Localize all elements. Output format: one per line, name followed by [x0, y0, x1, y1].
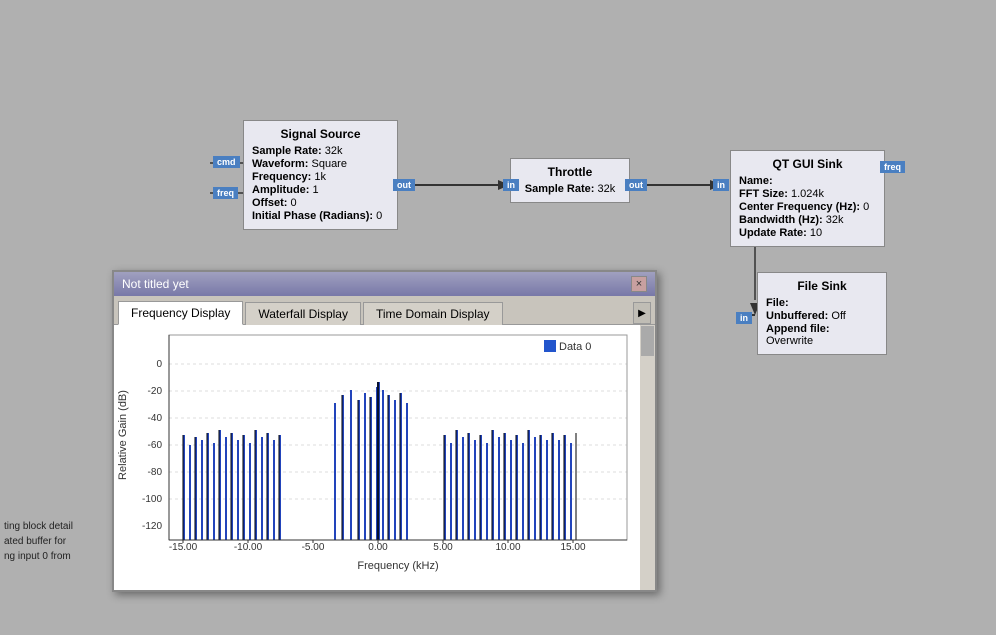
port-in-filesink: in	[736, 312, 752, 324]
popup-close-button[interactable]: ×	[631, 276, 647, 292]
port-in-throttle: in	[503, 179, 519, 191]
log-area: ting block detail ated buffer for ng inp…	[0, 515, 112, 635]
plot-container: Data 0 0 -20 -40 -60 -80 -100 -120 -15.0…	[114, 325, 655, 590]
log-line-1: ting block detail	[4, 519, 108, 534]
qt-sink-name: Name:	[739, 175, 876, 187]
tab-frequency-display[interactable]: Frequency Display	[118, 301, 243, 325]
svg-text:-60: -60	[148, 440, 163, 451]
tab-waterfall-display[interactable]: Waterfall Display	[245, 302, 361, 325]
file-sink-append: Append file: Overwrite	[766, 323, 878, 347]
file-sink-file: File:	[766, 297, 878, 309]
qt-sink-bandwidth: Bandwidth (Hz): 32k	[739, 214, 876, 226]
file-sink-block: File Sink File: Unbuffered: Off Append f…	[757, 272, 887, 355]
signal-source-samplerate: Sample Rate: 32k	[252, 145, 389, 157]
throttle-samplerate: Sample Rate: 32k	[519, 183, 621, 195]
svg-text:-20: -20	[148, 386, 163, 397]
signal-source-phase: Initial Phase (Radians): 0	[252, 210, 389, 222]
popup-titlebar: Not titled yet ×	[114, 272, 655, 296]
svg-text:Data 0: Data 0	[559, 341, 591, 353]
frequency-chart: Data 0 0 -20 -40 -60 -80 -100 -120 -15.0…	[114, 325, 642, 590]
svg-text:0.00: 0.00	[368, 542, 388, 553]
signal-source-waveform: Waveform: Square	[252, 158, 389, 170]
svg-text:-10.00: -10.00	[234, 542, 263, 553]
svg-text:Frequency (kHz): Frequency (kHz)	[357, 560, 438, 572]
svg-text:-15.00: -15.00	[169, 542, 198, 553]
qt-sink-title: QT GUI Sink	[739, 157, 876, 171]
log-line-2: ated buffer for	[4, 534, 108, 549]
svg-text:0: 0	[156, 359, 162, 370]
svg-text:10.00: 10.00	[495, 542, 520, 553]
port-out-signal: out	[393, 179, 415, 191]
svg-text:-120: -120	[142, 521, 162, 532]
port-cmd: cmd	[213, 156, 240, 168]
qt-sink-fftsize: FFT Size: 1.024k	[739, 188, 876, 200]
tab-time-domain-display[interactable]: Time Domain Display	[363, 302, 503, 325]
throttle-block: Throttle Sample Rate: 32k	[510, 158, 630, 203]
svg-text:-100: -100	[142, 494, 162, 505]
signal-source-offset: Offset: 0	[252, 197, 389, 209]
signal-source-amplitude: Amplitude: 1	[252, 184, 389, 196]
svg-text:5.00: 5.00	[433, 542, 453, 553]
log-line-3: ng input 0 from	[4, 549, 108, 564]
qt-sink-updaterate: Update Rate: 10	[739, 227, 876, 239]
signal-source-block: Signal Source Sample Rate: 32k Waveform:…	[243, 120, 398, 230]
plot-scrollbar-thumb	[641, 326, 654, 356]
file-sink-unbuffered: Unbuffered: Off	[766, 310, 878, 322]
svg-text:-5.00: -5.00	[302, 542, 325, 553]
qt-sink-centerfreq: Center Frequency (Hz): 0	[739, 201, 876, 213]
port-in-qtsink: in	[713, 179, 729, 191]
port-freq-left: freq	[213, 187, 238, 199]
popup-title: Not titled yet	[122, 277, 189, 291]
tab-bar: Frequency Display Waterfall Display Time…	[114, 296, 655, 325]
port-out-throttle: out	[625, 179, 647, 191]
tab-scroll-button[interactable]: ▶	[633, 302, 651, 324]
signal-source-title: Signal Source	[252, 127, 389, 141]
svg-text:15.00: 15.00	[560, 542, 585, 553]
svg-text:-80: -80	[148, 467, 163, 478]
plot-scrollbar[interactable]	[640, 325, 655, 590]
qt-gui-sink-block: QT GUI Sink Name: FFT Size: 1.024k Cente…	[730, 150, 885, 247]
file-sink-title: File Sink	[766, 279, 878, 293]
signal-source-frequency: Frequency: 1k	[252, 171, 389, 183]
port-freq-right: freq	[880, 161, 905, 173]
popup-window: Not titled yet × Frequency Display Water…	[112, 270, 657, 592]
svg-text:Relative Gain (dB): Relative Gain (dB)	[117, 390, 129, 480]
throttle-title: Throttle	[519, 165, 621, 179]
svg-text:-40: -40	[148, 413, 163, 424]
